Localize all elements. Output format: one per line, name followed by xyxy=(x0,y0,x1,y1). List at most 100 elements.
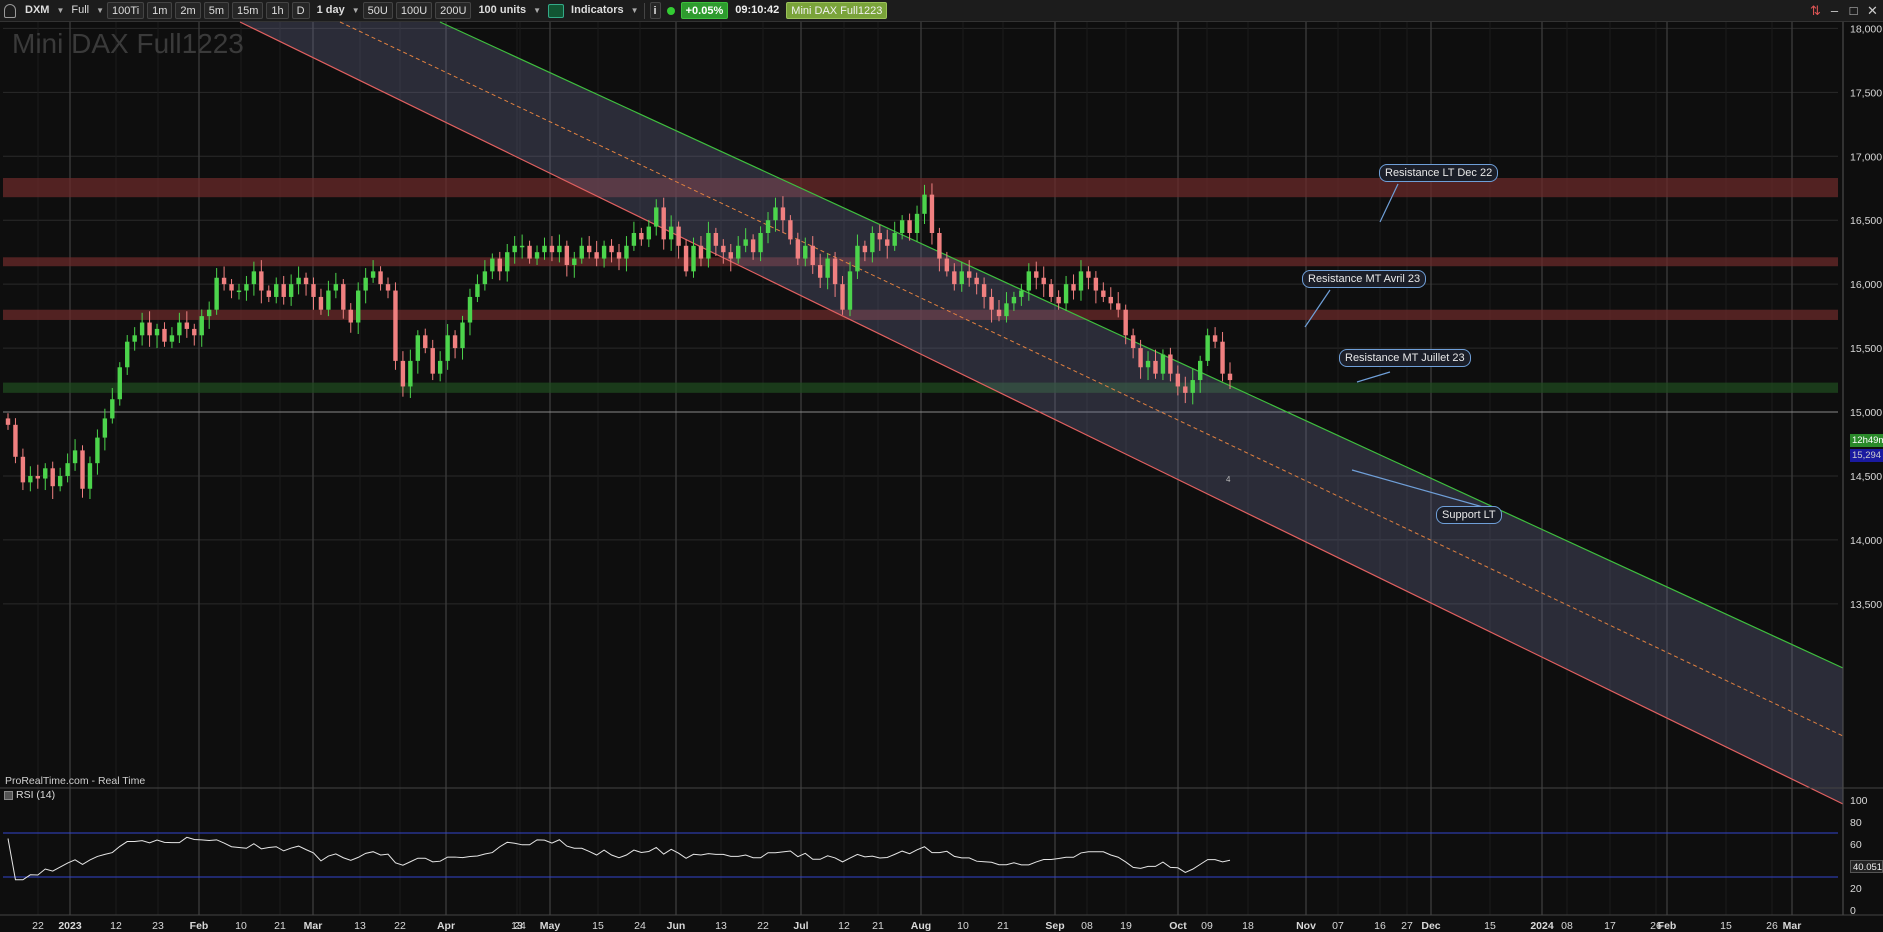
annotation-resistance-lt[interactable]: Resistance LT Dec 22 xyxy=(1379,164,1499,182)
annotation-pointer xyxy=(1304,289,1331,328)
candle-body xyxy=(303,277,309,285)
legend-pivot-1h[interactable]: Pivot points (1h) xyxy=(483,25,571,37)
y-tick-label: 14,500 xyxy=(1850,471,1882,483)
period-selector[interactable]: 1 day xyxy=(313,2,349,19)
x-tick-label: 13 xyxy=(715,920,727,932)
candle-body xyxy=(423,335,428,349)
candle-body xyxy=(974,277,979,285)
candle-body xyxy=(825,258,830,278)
candle-body xyxy=(132,335,137,342)
x-tick-label: 13 xyxy=(354,920,366,932)
candle-body xyxy=(274,284,279,297)
window-controls: ⇅ – □ ✕ xyxy=(1809,3,1879,19)
legend-pivot-4h[interactable]: Pivot points (4h) xyxy=(329,25,417,37)
ticks-button[interactable]: 100Ti xyxy=(107,2,145,19)
annotation-resistance-juillet[interactable]: Resistance MT Juillet 23 xyxy=(1339,349,1471,367)
symbol-selector[interactable]: DXM xyxy=(21,2,53,19)
candle-body xyxy=(452,335,458,349)
instrument-icon[interactable] xyxy=(4,3,16,18)
units-50-button[interactable]: 50U xyxy=(362,2,393,19)
legend-sma[interactable]: SMA (50) xyxy=(422,25,478,37)
candle-body xyxy=(810,245,815,265)
checkbox-icon[interactable] xyxy=(422,26,432,35)
tf-5m-button[interactable]: 5m xyxy=(203,2,229,19)
candle-body xyxy=(1190,380,1195,393)
x-tick-label: Dec xyxy=(1421,920,1440,932)
candle-body xyxy=(147,322,152,336)
indicator-legend: Price ☰ Close (D) Pivot points (D) Pivot… xyxy=(0,23,1847,38)
tf-2m-button[interactable]: 2m xyxy=(175,2,201,19)
candle-body xyxy=(750,239,756,253)
candle-body xyxy=(765,220,771,233)
tf-15m-button[interactable]: 15m xyxy=(231,2,264,19)
minimize-icon[interactable]: – xyxy=(1828,3,1841,19)
checkbox-icon[interactable] xyxy=(4,790,13,800)
chevron-down-icon[interactable]: ▼ xyxy=(352,6,360,15)
candle-body xyxy=(385,284,391,291)
chevron-down-icon[interactable]: ▼ xyxy=(533,6,541,15)
candle-body xyxy=(549,245,555,253)
x-tick-label: 09 xyxy=(1201,920,1213,932)
candle-body xyxy=(125,341,130,368)
y-tick-label: 15,000 xyxy=(1850,407,1882,419)
candle-body xyxy=(259,271,264,291)
indicators-button[interactable]: Indicators xyxy=(567,2,628,19)
candle-body xyxy=(318,296,324,310)
checkbox-icon[interactable] xyxy=(483,26,493,35)
candle-body xyxy=(221,277,227,285)
units-selector[interactable]: 100 units xyxy=(474,2,530,19)
candle-body xyxy=(437,360,443,374)
legend-pivot-w[interactable]: Pivot points (W) xyxy=(238,25,325,37)
candle-body xyxy=(877,233,882,240)
rsi-tick-label: 0 xyxy=(1850,905,1856,917)
chevron-down-icon[interactable]: ▼ xyxy=(631,6,639,15)
rsi-tick-label: 20 xyxy=(1850,883,1862,895)
x-tick-label: 19 xyxy=(1120,920,1132,932)
top-toolbar: DXM ▼ Full ▼ 100Ti 1m 2m 5m 15m 1h D 1 d… xyxy=(0,0,1883,22)
candle-body xyxy=(899,220,905,233)
candle-body xyxy=(199,316,204,336)
y-tick-label: 16,000 xyxy=(1850,279,1882,291)
close-icon[interactable]: ✕ xyxy=(1866,3,1879,19)
candle-body xyxy=(646,226,652,240)
candle-body xyxy=(661,207,666,240)
candle-body xyxy=(1071,284,1076,291)
instrument-badge[interactable]: Mini DAX Full1223 xyxy=(786,2,888,19)
chevron-down-icon[interactable]: ▼ xyxy=(96,6,104,15)
annotation-resistance-avril[interactable]: Resistance MT Avril 23 xyxy=(1302,270,1427,288)
x-tick-label: 21 xyxy=(997,920,1009,932)
rsi-legend[interactable]: RSI (14) xyxy=(4,789,55,801)
candle-body xyxy=(1138,348,1143,368)
candle-body xyxy=(981,284,987,297)
x-tick-label: 10 xyxy=(957,920,969,932)
candle-body xyxy=(57,475,63,487)
rsi-tick-label: 100 xyxy=(1850,795,1868,807)
candle-body xyxy=(1048,284,1054,297)
x-tick-label: Feb xyxy=(190,920,209,932)
tf-1h-button[interactable]: 1h xyxy=(266,2,289,19)
price-zone xyxy=(3,382,1838,393)
indicators-icon[interactable] xyxy=(548,3,565,18)
units-200-button[interactable]: 200U xyxy=(435,2,472,19)
candle-body xyxy=(1153,360,1158,374)
status-dot-icon xyxy=(666,6,675,15)
candle-body xyxy=(624,245,629,259)
chevron-down-icon[interactable]: ▼ xyxy=(56,6,64,15)
candle-body xyxy=(929,194,935,233)
detach-icon[interactable]: ⇅ xyxy=(1809,3,1822,19)
price-axis: 18,000 17,500 17,000 16,500 16,000 15,500 15,0… xyxy=(0,22,1883,916)
candle-body xyxy=(110,399,115,419)
candle-body xyxy=(855,245,860,272)
candle-body xyxy=(348,309,353,323)
tf-1m-button[interactable]: 1m xyxy=(147,2,173,19)
maximize-icon[interactable]: □ xyxy=(1847,3,1860,19)
x-tick-label: 26 xyxy=(1766,920,1778,932)
units-100-button[interactable]: 100U xyxy=(395,2,433,19)
annotation-support-lt[interactable]: Support LT xyxy=(1436,506,1502,524)
checkbox-icon[interactable] xyxy=(329,26,339,35)
candle-body xyxy=(542,245,547,253)
info-button[interactable]: i xyxy=(649,2,661,19)
mode-selector[interactable]: Full xyxy=(67,2,93,19)
tf-d-button[interactable]: D xyxy=(291,2,310,19)
price-chart[interactable]: 18,000 17,500 17,000 16,500 16,000 15,500 15,0… xyxy=(0,0,1883,932)
